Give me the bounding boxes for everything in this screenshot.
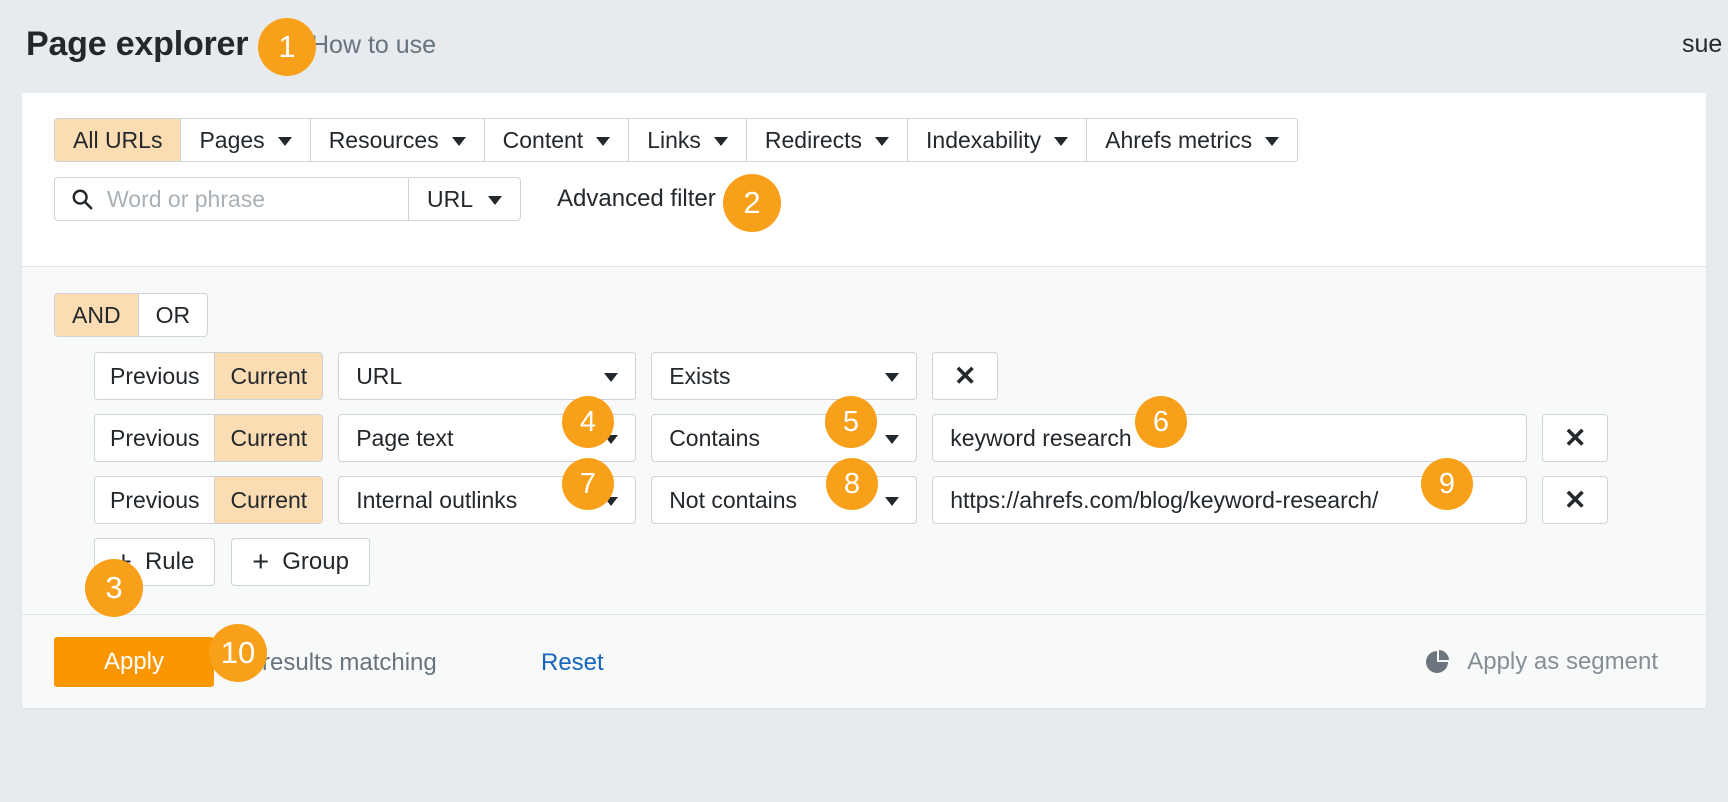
chevron-down-icon [1265, 136, 1280, 146]
search-group: Word or phrase URL [54, 177, 522, 221]
rule-field-dropdown[interactable]: Internal outlinks [338, 476, 637, 524]
rules-list: Previous Current URL Exists ✕ Previous C… [94, 352, 1609, 586]
add-group-button[interactable]: + Group [231, 538, 370, 586]
rule-scope-current[interactable]: Current [215, 353, 323, 399]
tab-label: Content [502, 126, 584, 153]
tab-label: Redirects [764, 126, 863, 153]
rule-value-input[interactable]: https://ahrefs.com/blog/keyword-research… [932, 476, 1528, 524]
rule-operator-label: Exists [669, 362, 731, 389]
page-title: Page explorer [26, 25, 249, 63]
apply-button[interactable]: Apply [54, 637, 214, 687]
page-explorer-screen: Page explorer How to use sue All URLs Pa… [0, 0, 1728, 802]
page-header: Page explorer How to use sue [0, 0, 1728, 95]
rule-field-dropdown[interactable]: URL [338, 352, 637, 400]
rule-value-input[interactable]: keyword research [932, 414, 1528, 462]
tab-resources[interactable]: Resources [310, 119, 485, 161]
add-buttons-row: + Rule + Group [94, 538, 1608, 586]
tab-indexability[interactable]: Indexability [908, 119, 1088, 161]
add-group-label: Group [282, 548, 349, 575]
tab-content[interactable]: Content [484, 119, 630, 161]
apply-as-segment-button[interactable]: Apply as segment [1423, 648, 1658, 676]
chevron-down-icon [488, 195, 503, 205]
add-rule-label: Rule [144, 548, 195, 575]
rule-field-label: Page text [356, 424, 454, 451]
rule-scope-toggle: Previous Current [94, 352, 324, 400]
chevron-down-icon [277, 136, 292, 146]
remove-rule-button[interactable]: ✕ [1542, 476, 1609, 524]
chevron-down-icon [596, 136, 611, 146]
close-icon: ✕ [1563, 484, 1587, 515]
chevron-down-icon [604, 372, 619, 382]
remove-rule-button[interactable]: ✕ [932, 352, 999, 400]
rule-scope-previous[interactable]: Previous [95, 415, 216, 461]
search-input[interactable]: Word or phrase [55, 178, 409, 220]
rule-operator-label: Contains [669, 424, 760, 451]
rule-scope-current[interactable]: Current [215, 415, 323, 461]
pie-chart-icon [1426, 650, 1450, 673]
close-icon: ✕ [1563, 422, 1587, 453]
logic-operator-toggle: AND OR [54, 293, 209, 337]
results-count-label: results matching [262, 649, 437, 676]
advanced-filter-panel: AND OR Previous Current URL Exists ✕ Pre… [22, 267, 1706, 615]
rule-scope-toggle: Previous Current [94, 414, 324, 462]
chevron-down-icon [604, 434, 619, 444]
rule-field-dropdown[interactable]: Page text [338, 414, 637, 462]
logic-and-button[interactable]: AND [55, 294, 139, 336]
filter-bar: All URLs Pages Resources Content Links R… [22, 93, 1706, 267]
rule-scope-previous[interactable]: Previous [95, 353, 216, 399]
rule-operator-dropdown[interactable]: Not contains [651, 476, 918, 524]
rule-operator-dropdown[interactable]: Exists [651, 352, 918, 400]
logic-or-button[interactable]: OR [139, 294, 207, 336]
rule-field-label: Internal outlinks [356, 486, 518, 513]
tab-label: Resources [328, 126, 439, 153]
rule-row: Previous Current URL Exists ✕ [94, 352, 1608, 400]
reset-link[interactable]: Reset [541, 649, 604, 677]
tab-pages[interactable]: Pages [181, 119, 311, 161]
rule-value-text: keyword research [950, 424, 1132, 451]
chevron-down-icon [713, 136, 728, 146]
rule-row: Previous Current Page text Contains keyw… [94, 414, 1609, 462]
rule-operator-label: Not contains [669, 486, 798, 513]
tab-label: Pages [199, 126, 265, 153]
search-icon [72, 189, 93, 210]
search-placeholder: Word or phrase [107, 185, 266, 212]
search-scope-label: URL [427, 185, 474, 212]
tab-label: Indexability [926, 126, 1042, 153]
how-to-use-link[interactable]: How to use [311, 31, 436, 60]
tab-redirects[interactable]: Redirects [746, 119, 909, 161]
chevron-down-icon [451, 136, 466, 146]
category-tabs: All URLs Pages Resources Content Links R… [54, 118, 1299, 162]
chevron-down-icon [885, 434, 900, 444]
search-row: Word or phrase URL Advanced filter [54, 177, 716, 221]
chevron-down-icon [1054, 136, 1069, 146]
header-corner-text: sue [1682, 30, 1723, 58]
apply-as-segment-label: Apply as segment [1467, 648, 1658, 675]
rule-scope-toggle: Previous Current [94, 476, 324, 524]
close-icon: ✕ [953, 360, 977, 391]
rule-field-label: URL [356, 362, 403, 389]
advanced-filter-toggle[interactable]: Advanced filter [557, 185, 716, 213]
rule-scope-previous[interactable]: Previous [95, 477, 216, 523]
add-rule-button[interactable]: + Rule [94, 538, 216, 586]
tab-all-urls[interactable]: All URLs [55, 119, 182, 161]
tab-ahrefs-metrics[interactable]: Ahrefs metrics [1087, 119, 1298, 161]
tab-label: Ahrefs metrics [1105, 126, 1253, 153]
rule-operator-dropdown[interactable]: Contains [651, 414, 918, 462]
chevron-down-icon [875, 136, 890, 146]
remove-rule-button[interactable]: ✕ [1542, 414, 1609, 462]
tab-links[interactable]: Links [629, 119, 747, 161]
tab-label: All URLs [73, 126, 163, 153]
tab-label: Links [647, 126, 701, 153]
filter-footer: Apply results matching Reset Apply as se… [22, 615, 1706, 708]
search-scope-dropdown[interactable]: URL [409, 178, 520, 220]
rule-value-text: https://ahrefs.com/blog/keyword-research… [950, 486, 1379, 513]
page-explorer-card: All URLs Pages Resources Content Links R… [22, 93, 1706, 708]
chevron-down-icon [885, 372, 900, 382]
rule-scope-current[interactable]: Current [215, 477, 323, 523]
plus-icon: + [252, 545, 270, 578]
chevron-down-icon [604, 496, 619, 506]
plus-icon: + [115, 545, 132, 578]
chevron-down-icon [885, 496, 900, 506]
rule-row: Previous Current Internal outlinks Not c… [94, 476, 1609, 524]
